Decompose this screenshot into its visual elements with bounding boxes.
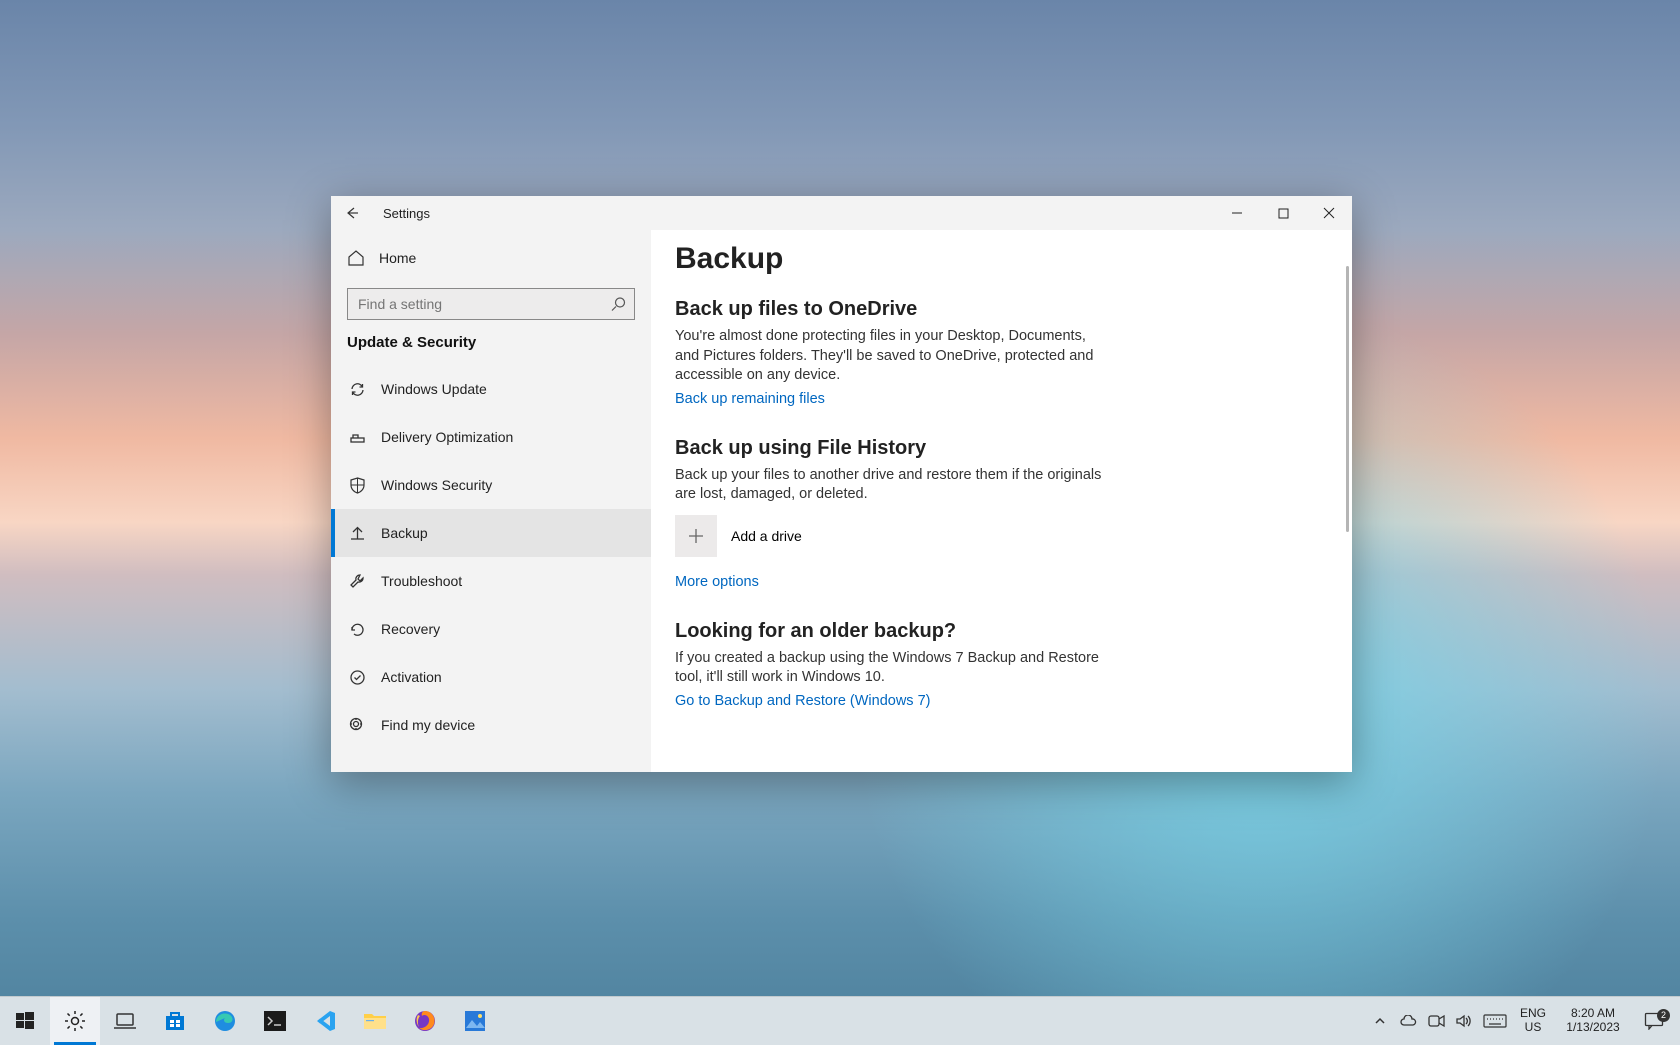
section-body: If you created a backup using the Window… [675,649,1107,688]
sidebar-item-windows-update[interactable]: Windows Update [331,365,651,413]
tray-lang-line2: US [1525,1021,1542,1035]
taskbar-photos[interactable] [450,997,500,1045]
sidebar-item-label: Delivery Optimization [381,429,513,445]
section-onedrive: Back up files to OneDrive You're almost … [675,298,1107,407]
add-drive-button[interactable]: Add a drive [675,515,1107,557]
tray-chevron-up[interactable] [1366,997,1394,1045]
firefox-icon [414,1010,436,1032]
search-icon [611,297,626,312]
settings-window: Settings Home [331,196,1352,772]
arrow-left-icon [344,205,360,221]
section-file-history: Back up using File History Back up your … [675,437,1107,590]
tray-language[interactable]: ENG US [1512,1007,1554,1035]
tray-meet-now[interactable] [1422,997,1450,1045]
taskbar-edge[interactable] [200,997,250,1045]
back-button[interactable] [331,196,373,230]
link-more-options[interactable]: More options [675,574,759,590]
cloud-icon [1399,1015,1417,1027]
taskbar-firefox[interactable] [400,997,450,1045]
home-icon [347,249,365,267]
tray-onedrive[interactable] [1394,997,1422,1045]
section-body: You're almost done protecting files in y… [675,327,1107,386]
tray-action-center[interactable]: 2 [1632,1012,1676,1030]
chevron-up-icon [1374,1015,1386,1027]
taskbar-task-view[interactable] [100,997,150,1045]
shield-icon [347,477,367,494]
edge-icon [214,1010,236,1032]
tray-time: 8:20 AM [1571,1007,1615,1021]
backup-icon [347,525,367,542]
plus-icon [675,515,717,557]
close-button[interactable] [1306,196,1352,230]
add-drive-label: Add a drive [731,528,802,544]
tray-date: 1/13/2023 [1566,1021,1619,1035]
delivery-icon [347,429,367,446]
sidebar-item-troubleshoot[interactable]: Troubleshoot [331,557,651,605]
sidebar-nav: Windows Update Delivery Optimization [331,365,651,749]
section-heading: Back up using File History [675,437,1107,460]
wrench-icon [347,573,367,590]
taskbar-file-explorer[interactable] [350,997,400,1045]
sidebar-item-label: Backup [381,525,428,541]
taskbar-settings[interactable] [50,997,100,1045]
sidebar-item-backup[interactable]: Backup [331,509,651,557]
taskbar-vscode[interactable] [300,997,350,1045]
keyboard-icon [1483,1014,1507,1028]
recovery-icon [347,621,367,638]
sync-icon [347,381,367,398]
system-tray: ENG US 8:20 AM 1/13/2023 2 [1362,997,1680,1045]
gear-icon [64,1010,86,1032]
tray-lang-line1: ENG [1520,1007,1546,1021]
section-older-backup: Looking for an older backup? If you crea… [675,620,1107,709]
sidebar: Home Update & Security [331,230,651,772]
section-body: Back up your files to another drive and … [675,466,1107,505]
taskbar-start[interactable] [0,997,50,1045]
terminal-icon [264,1011,286,1031]
sidebar-item-windows-security[interactable]: Windows Security [331,461,651,509]
maximize-button[interactable] [1260,196,1306,230]
link-backup-remaining[interactable]: Back up remaining files [675,391,825,407]
sidebar-item-recovery[interactable]: Recovery [331,605,651,653]
video-icon [1428,1014,1445,1028]
tray-volume[interactable] [1450,997,1478,1045]
section-heading: Looking for an older backup? [675,620,1107,643]
sidebar-item-label: Windows Security [381,477,492,493]
find-icon [347,717,367,734]
search-input[interactable] [348,289,616,319]
sidebar-item-label: Activation [381,669,442,685]
tray-keyboard[interactable] [1478,997,1512,1045]
taskbar: ENG US 8:20 AM 1/13/2023 2 [0,996,1680,1045]
window-title: Settings [373,206,430,221]
task-view-icon [114,1012,136,1030]
sidebar-item-label: Windows Update [381,381,487,397]
photos-icon [464,1010,486,1032]
page-title: Backup [675,242,1107,276]
content-pane: Backup Back up files to OneDrive You're … [651,230,1352,772]
taskbar-terminal[interactable] [250,997,300,1045]
sidebar-item-activation[interactable]: Activation [331,653,651,701]
speaker-icon [1456,1014,1472,1028]
sidebar-item-home[interactable]: Home [331,236,651,280]
tray-clock[interactable]: 8:20 AM 1/13/2023 [1554,1007,1632,1035]
link-backup-restore-win7[interactable]: Go to Backup and Restore (Windows 7) [675,693,930,709]
sidebar-item-label: Troubleshoot [381,573,462,589]
search-input-wrap [347,288,635,320]
section-heading: Back up files to OneDrive [675,298,1107,321]
taskbar-store[interactable] [150,997,200,1045]
activation-icon [347,669,367,686]
notification-badge: 2 [1657,1009,1670,1022]
scrollbar[interactable] [1346,266,1349,532]
vscode-icon [314,1010,336,1032]
sidebar-item-label: Recovery [381,621,440,637]
folder-icon [363,1011,387,1031]
minimize-button[interactable] [1214,196,1260,230]
sidebar-item-label: Find my device [381,717,475,733]
sidebar-item-find-my-device[interactable]: Find my device [331,701,651,749]
store-icon [164,1010,186,1032]
sidebar-item-label: Home [379,250,416,266]
sidebar-item-delivery-optimization[interactable]: Delivery Optimization [331,413,651,461]
sidebar-section-label: Update & Security [331,334,651,365]
windows-logo-icon [16,1012,34,1030]
titlebar: Settings [331,196,1352,230]
